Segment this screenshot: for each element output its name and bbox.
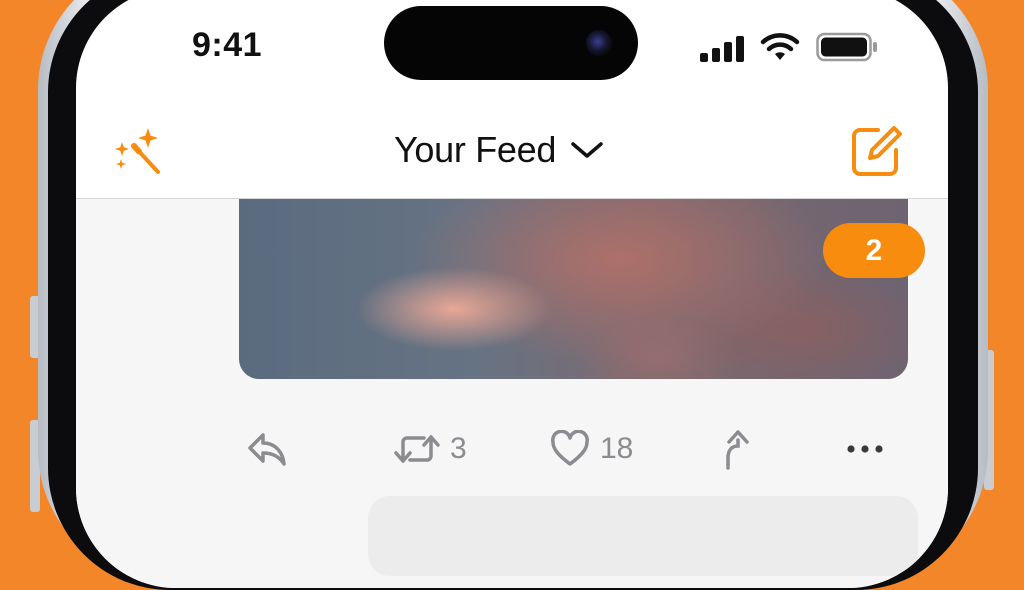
cellular-signal-icon: [700, 36, 744, 62]
like-button[interactable]: 18: [550, 426, 633, 472]
status-time: 9:41: [192, 26, 263, 64]
magic-wand-icon: [115, 128, 160, 174]
compose-icon: [852, 126, 902, 176]
share-icon: [726, 430, 749, 470]
reply-icon: [248, 433, 286, 466]
reply-button[interactable]: [246, 426, 288, 472]
heart-icon: [551, 430, 589, 466]
battery-icon: [816, 32, 877, 62]
phone-screen: 9:41 Your Feed 2 3 18: [76, 0, 948, 588]
repost-count: 3: [450, 432, 467, 465]
more-icon: [847, 445, 883, 453]
new-posts-badge[interactable]: 2: [823, 223, 925, 278]
chevron-down-icon: [571, 142, 603, 158]
feed-selector[interactable]: Your Feed: [394, 129, 604, 171]
next-post-card[interactable]: [368, 496, 918, 576]
like-count: 18: [600, 432, 634, 465]
dynamic-island: [384, 6, 638, 80]
repost-icon: [394, 435, 440, 463]
compose-button[interactable]: [850, 124, 904, 178]
front-camera: [586, 30, 612, 56]
post-image[interactable]: [239, 199, 908, 379]
wifi-icon: [760, 33, 800, 60]
share-button[interactable]: [716, 426, 752, 472]
feed-title: Your Feed: [394, 129, 557, 170]
more-button[interactable]: [846, 426, 884, 472]
repost-button[interactable]: 3: [394, 426, 467, 472]
magic-wand-button[interactable]: [112, 126, 166, 176]
